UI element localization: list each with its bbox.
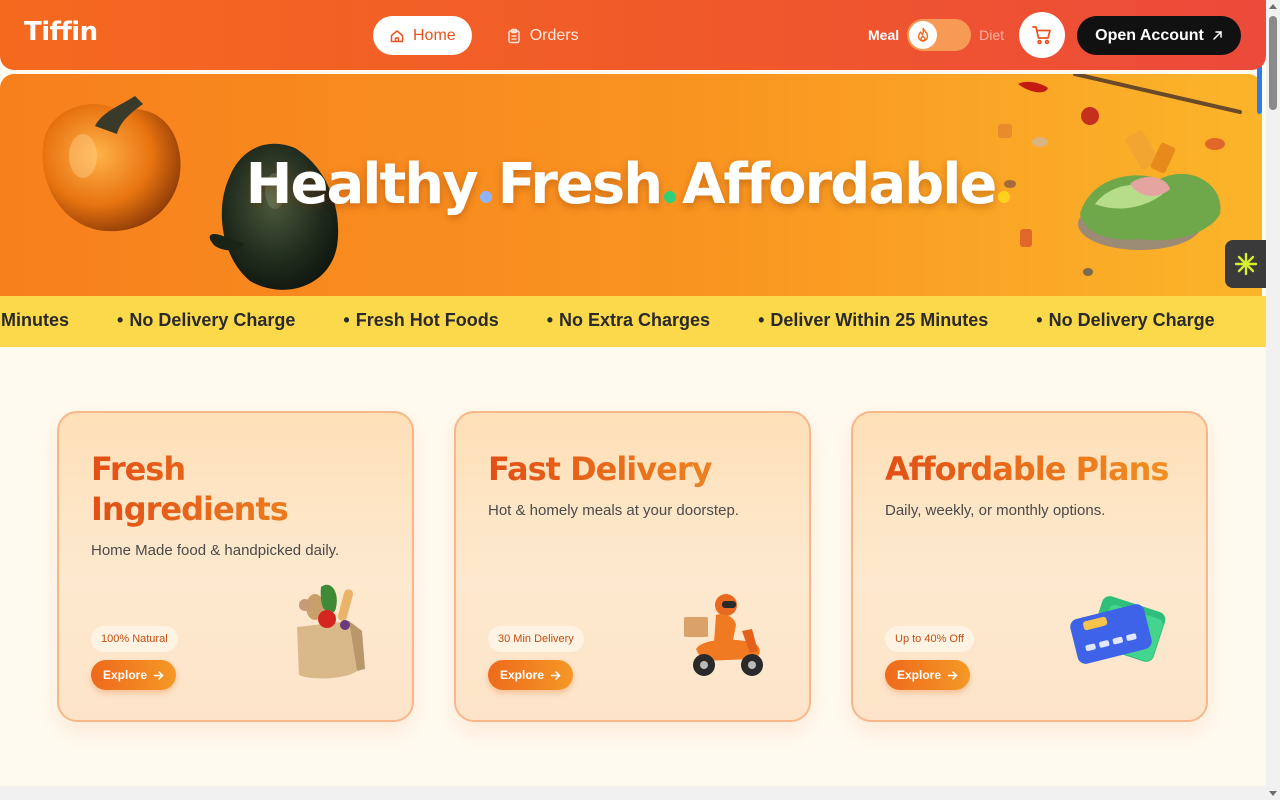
card-title: Fast Delivery (488, 449, 788, 489)
explore-button[interactable]: Explore (885, 660, 971, 690)
promo-ticker: Minutes • No Delivery Charge • Fresh Hot… (0, 296, 1266, 347)
ticker-item: • Fresh Hot Foods (343, 310, 499, 330)
card-title: Fresh Ingredients (91, 449, 391, 529)
feature-card-affordable-plans: Affordable Plans Daily, weekly, or month… (851, 411, 1208, 722)
ticker-track: Minutes • No Delivery Charge • Fresh Hot… (0, 310, 1263, 331)
ticker-item-text: No Extra Charges (559, 310, 711, 330)
main-nav: Home Orders (373, 16, 595, 55)
nav-orders[interactable]: Orders (490, 16, 595, 55)
open-account-button[interactable]: Open Account (1077, 16, 1241, 55)
grocery-bag-icon (297, 584, 365, 679)
ticker-item: • No Extra Charges (546, 310, 711, 330)
hero-dot-2 (664, 191, 677, 203)
hero-dot-3 (998, 191, 1011, 203)
card-badge: 30 Min Delivery (488, 626, 584, 652)
hero-word-affordable: Affordable (682, 152, 997, 217)
arrow-right-icon (550, 670, 561, 680)
toggle-meal-label: Meal (868, 27, 900, 43)
explore-button[interactable]: Explore (488, 660, 574, 690)
feature-card-fresh-ingredients: Fresh Ingredients Home Made food & handp… (57, 411, 414, 722)
scroll-indicator-marker (1257, 64, 1262, 114)
page: Tiffin Home Orders Meal Diet Open Accoun… (0, 0, 1266, 800)
ticker-item-text: Deliver Within 25 Minutes (770, 310, 989, 330)
ticker-item-text: No Delivery Charge (129, 310, 296, 330)
explore-button[interactable]: Explore (91, 660, 177, 690)
card-badge: Up to 40% Off (885, 626, 974, 652)
arrow-right-icon (947, 670, 958, 680)
logo[interactable]: Tiffin (24, 17, 98, 47)
toggle-diet-label: Diet (979, 27, 1005, 43)
feature-card-fast-delivery: Fast Delivery Hot & homely meals at your… (454, 411, 811, 722)
clipboard-icon (507, 28, 520, 43)
page-scrollbar[interactable] (1266, 0, 1280, 800)
ticker-item-text: Fresh Hot Foods (355, 310, 499, 330)
nav-home[interactable]: Home (373, 16, 472, 55)
meal-diet-toggle[interactable] (907, 19, 972, 51)
arrow-right-icon (153, 670, 164, 680)
scroll-thumb[interactable] (1269, 16, 1277, 110)
ticker-item: Minutes (1, 310, 70, 330)
open-account-label: Open Account (1095, 26, 1204, 44)
delivery-scooter-icon (684, 594, 763, 676)
card-description: Hot & homely meals at your doorstep. (488, 502, 739, 519)
nav-home-label: Home (413, 26, 456, 44)
home-icon (390, 29, 404, 42)
credit-card-icon (1070, 596, 1166, 664)
ticker-item-text: No Delivery Charge (1048, 310, 1215, 330)
explore-label: Explore (103, 668, 148, 682)
asterisk-icon (1234, 252, 1257, 276)
ticker-item: • No Delivery Charge (117, 310, 296, 330)
explore-label: Explore (500, 668, 545, 682)
top-navbar: Tiffin Home Orders Meal Diet Open Accoun… (0, 0, 1266, 70)
ticker-item: • Deliver Within 25 Minutes (758, 310, 989, 330)
card-description: Home Made food & handpicked daily. (91, 542, 340, 559)
nav-orders-label: Orders (529, 26, 579, 44)
cart-button[interactable] (1019, 12, 1065, 58)
scroll-down-arrow[interactable] (1269, 791, 1277, 796)
hero-banner: Healthy Fresh Affordable (0, 74, 1262, 296)
scroll-up-arrow[interactable] (1269, 4, 1277, 9)
ticker-item: • No Delivery Charge (1036, 310, 1215, 330)
card-badge: 100% Natural (91, 626, 178, 652)
explore-label: Explore (897, 668, 942, 682)
toggle-knob (909, 21, 938, 49)
arrow-up-right-icon (1213, 31, 1222, 40)
hero-word-healthy: Healthy (245, 152, 479, 217)
bottom-strip (0, 786, 1266, 800)
flame-icon (917, 27, 929, 42)
side-widget-button[interactable] (1225, 240, 1266, 288)
hero-title: Healthy Fresh Affordable (0, 152, 1262, 217)
hero-word-fresh: Fresh (497, 152, 663, 217)
card-description: Daily, weekly, or monthly options. (885, 502, 1106, 519)
meal-diet-toggle-group: Meal Diet (868, 19, 1004, 51)
cart-icon (1032, 26, 1051, 45)
hero-dot-1 (479, 191, 492, 203)
card-title: Affordable Plans (885, 449, 1185, 489)
